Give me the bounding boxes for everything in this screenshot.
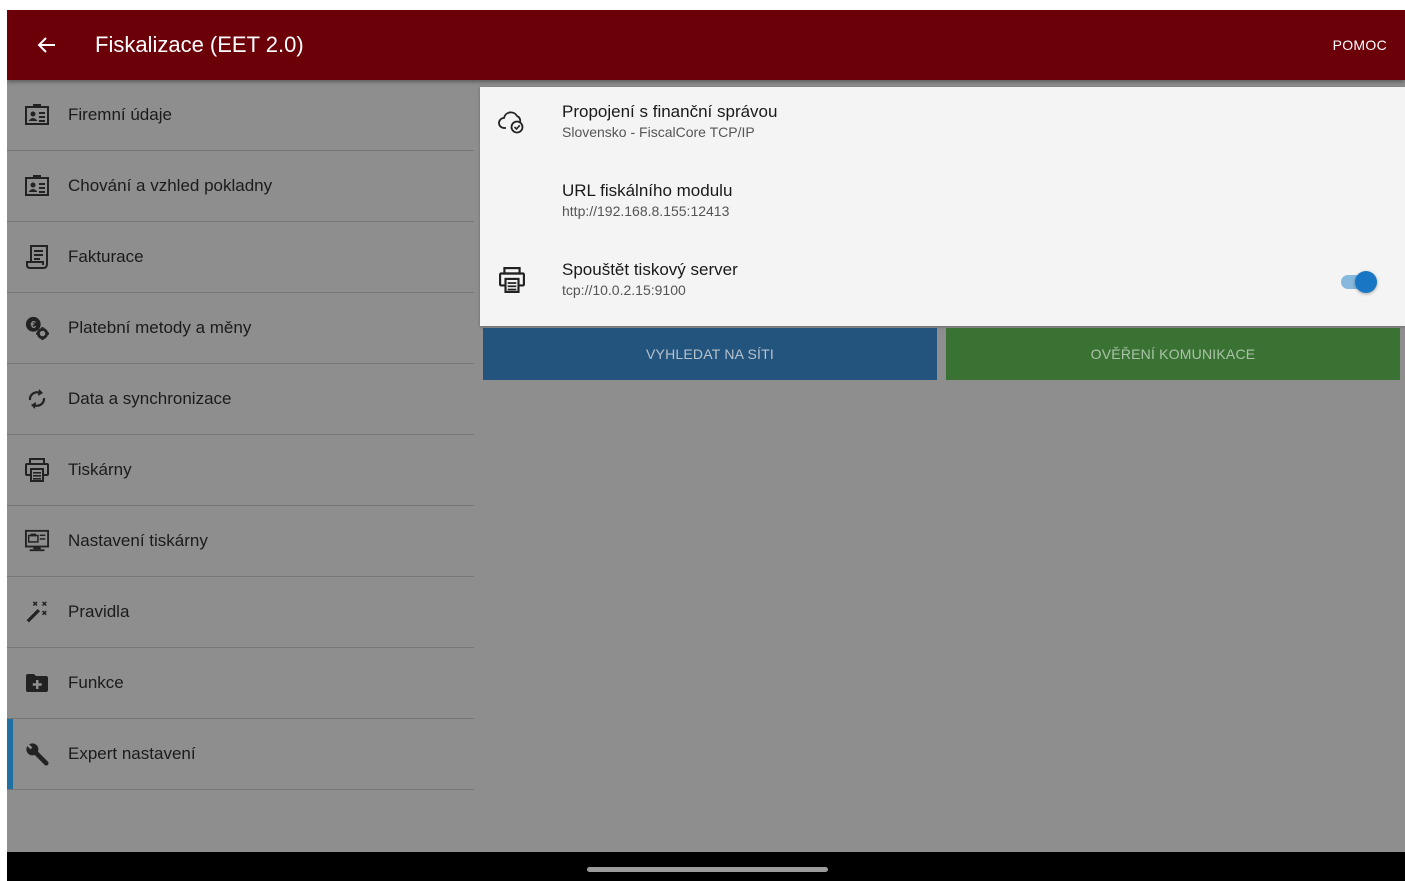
sidebar-item-label: Pravidla (68, 602, 130, 621)
sidebar: Firemní údaje Chování a vzhled pokladny (7, 80, 474, 790)
printer-icon (498, 266, 526, 294)
sync-icon (25, 387, 49, 411)
setting-subtitle: tcp://10.0.2.15:9100 (562, 282, 686, 298)
settings-card: Propojení s finanční správou Slovensko -… (480, 87, 1405, 326)
sidebar-item-nastaveni-tiskarny[interactable]: Nastavení tiskárny (7, 506, 474, 577)
sidebar-item-chovani-vzhled[interactable]: Chování a vzhled pokladny (7, 151, 474, 222)
sidebar-item-expert-nastaveni[interactable]: Expert nastavení (7, 719, 474, 790)
setting-print-server[interactable]: Spouštět tiskový server tcp://10.0.2.15:… (480, 245, 1405, 324)
sidebar-item-label: Platební metody a měny (68, 318, 252, 337)
sidebar-item-label: Firemní údaje (68, 105, 172, 124)
sidebar-item-tiskarny[interactable]: Tiskárny (7, 435, 474, 506)
setting-title: Spouštět tiskový server (562, 260, 738, 279)
setting-fiscal-module-url[interactable]: URL fiskálního modulu http://192.168.8.1… (480, 166, 1405, 245)
magic-wand-icon (25, 600, 49, 624)
sidebar-item-label: Chování a vzhled pokladny (68, 176, 273, 195)
svg-text:€: € (30, 320, 36, 331)
back-button[interactable] (29, 27, 65, 63)
printer-settings-icon (25, 529, 49, 553)
sidebar-item-label: Data a synchronizace (68, 389, 232, 408)
setting-financial-connection[interactable]: Propojení s finanční správou Slovensko -… (480, 87, 1405, 166)
arrow-left-icon (37, 37, 55, 53)
verify-communication-button[interactable]: OVĚŘENÍ KOMUNIKACE (946, 328, 1400, 380)
sidebar-item-platebni-metody[interactable]: € Platební metody a měny (7, 293, 474, 364)
search-network-button[interactable]: VYHLEDAT NA SÍTI (483, 328, 937, 380)
setting-title: Propojení s finanční správou (562, 102, 778, 121)
app-bar: Fiskalizace (EET 2.0) POMOC (7, 10, 1405, 80)
sidebar-item-data-synchronizace[interactable]: Data a synchronizace (7, 364, 474, 435)
app-window: Fiskalizace (EET 2.0) POMOC Firemní údaj… (7, 10, 1405, 881)
cloud-check-icon (498, 108, 526, 136)
setting-subtitle: http://192.168.8.155:12413 (562, 203, 730, 219)
help-button[interactable]: POMOC (1333, 10, 1387, 80)
invoice-icon (25, 245, 49, 269)
sidebar-item-label: Nastavení tiskárny (68, 531, 208, 550)
wrench-icon (25, 742, 49, 766)
setting-title: URL fiskálního modulu (562, 181, 733, 200)
folder-plus-icon (25, 671, 49, 695)
print-server-toggle[interactable] (1341, 268, 1379, 296)
sidebar-item-fakturace[interactable]: Fakturace (7, 222, 474, 293)
sidebar-item-label: Tiskárny (68, 460, 132, 479)
sidebar-item-label: Fakturace (68, 247, 144, 266)
system-navigation-bar (7, 852, 1405, 881)
id-card-icon (25, 174, 49, 198)
printer-icon (25, 458, 49, 482)
sidebar-item-pravidla[interactable]: Pravidla (7, 577, 474, 648)
page-title: Fiskalizace (EET 2.0) (95, 32, 304, 57)
euro-gear-icon: € (25, 316, 49, 340)
toggle-thumb (1355, 271, 1377, 293)
setting-subtitle: Slovensko - FiscalCore TCP/IP (562, 124, 755, 140)
sidebar-item-label: Funkce (68, 673, 124, 692)
sidebar-item-label: Expert nastavení (68, 744, 196, 763)
id-card-icon (25, 103, 49, 127)
home-gesture-handle[interactable] (587, 867, 828, 872)
sidebar-item-firemni-udaje[interactable]: Firemní údaje (7, 80, 474, 151)
sidebar-item-funkce[interactable]: Funkce (7, 648, 474, 719)
